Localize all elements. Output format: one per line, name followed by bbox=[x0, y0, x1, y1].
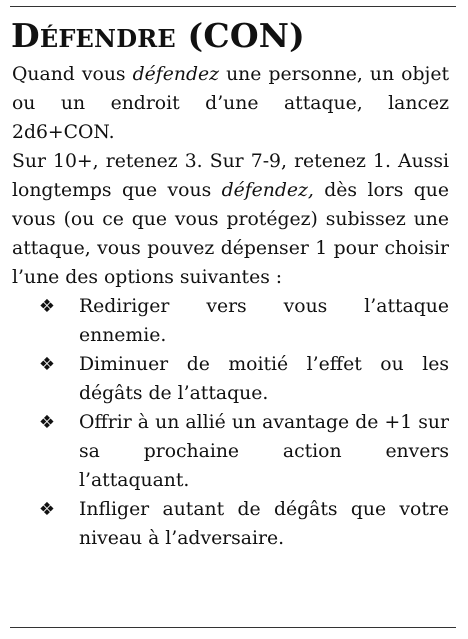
option-text: Offrir à un allié un avantage de +1 sur … bbox=[79, 412, 449, 491]
results-paragraph: Sur 10+, retenez 3. Sur 7-9, retenez 1. … bbox=[12, 147, 449, 292]
four-diamond-bullet-icon: ❖ bbox=[38, 296, 56, 317]
four-diamond-bullet-icon: ❖ bbox=[38, 499, 56, 520]
title-rest: éfendre bbox=[39, 24, 176, 53]
intro-emphasis: défendez bbox=[132, 64, 219, 85]
option-item: ❖ Diminuer de moitié l’effet ou les dégâ… bbox=[12, 350, 449, 408]
four-diamond-bullet-icon: ❖ bbox=[38, 412, 56, 433]
bottom-rule bbox=[10, 627, 456, 628]
intro-before: Quand vous bbox=[12, 64, 133, 85]
option-item: ❖ Infliger autant de dégâts que votre ni… bbox=[12, 495, 449, 553]
title-initial: D bbox=[11, 16, 40, 55]
top-rule bbox=[10, 6, 456, 7]
option-text: Infliger autant de dégâts que votre nive… bbox=[79, 499, 449, 549]
option-text: Diminuer de moitié l’effet ou les dégâts… bbox=[79, 354, 449, 404]
intro-paragraph: Quand vous défendez une personne, un obj… bbox=[12, 60, 449, 147]
option-text: Rediriger vers vous l’attaque ennemie. bbox=[79, 296, 449, 346]
option-item: ❖ Rediriger vers vous l’attaque ennemie. bbox=[12, 292, 449, 350]
options-list: ❖ Rediriger vers vous l’attaque ennemie.… bbox=[12, 292, 449, 553]
results-emphasis: défendez, bbox=[221, 180, 314, 201]
move-description: Quand vous défendez une personne, un obj… bbox=[12, 60, 449, 553]
title-stat: (CON) bbox=[187, 16, 305, 55]
option-item: ❖ Offrir à un allié un avantage de +1 su… bbox=[12, 408, 449, 495]
move-title: Défendre (CON) bbox=[11, 16, 305, 59]
four-diamond-bullet-icon: ❖ bbox=[38, 354, 56, 375]
